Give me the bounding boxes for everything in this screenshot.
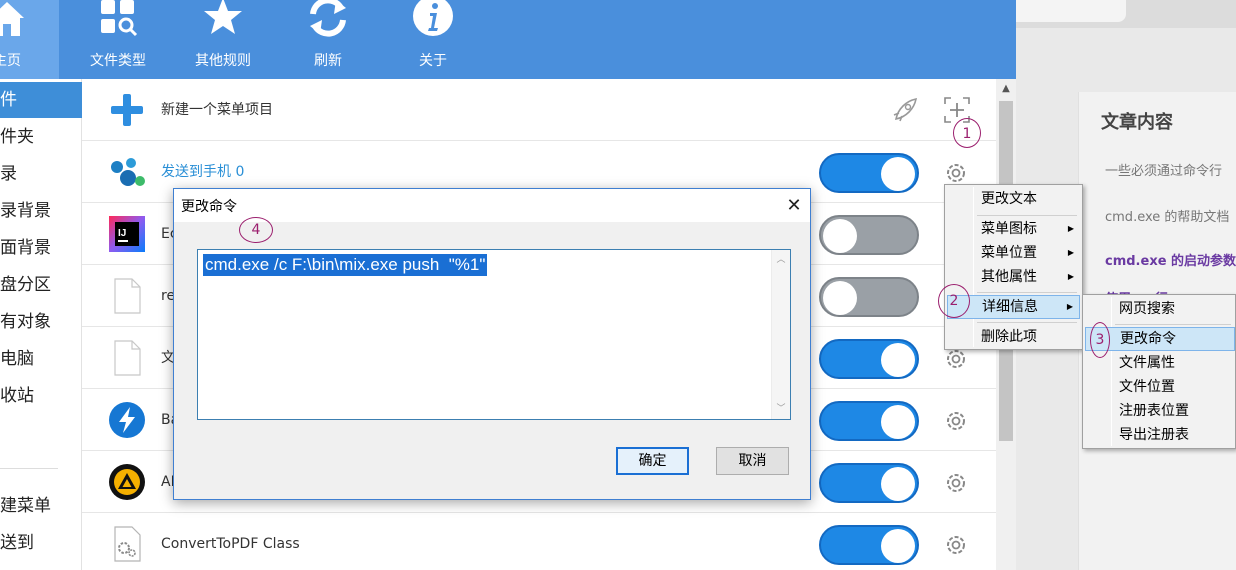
menu-menu-position-label: 菜单位置 — [981, 245, 1037, 261]
sidebar-item-folder[interactable]: 件夹 — [0, 119, 82, 155]
enable-toggle[interactable] — [819, 463, 919, 503]
add-menu-item-label: 新建一个菜单项目 — [161, 102, 273, 118]
gear-icon[interactable] — [943, 470, 969, 496]
blank-file-icon — [114, 278, 141, 314]
sidebar-item-new-menu[interactable]: 建菜单 — [0, 488, 82, 524]
gear-icon[interactable] — [943, 160, 969, 186]
toolbar-about-label: 关于 — [419, 53, 447, 69]
toolbar: 主页 文件类型 其他规则 刷新 — [0, 0, 1016, 79]
toolbar-other-rules-label: 其他规则 — [195, 53, 251, 69]
gear-icon[interactable] — [943, 408, 969, 434]
sidebar-item-desktop-background[interactable]: 面背景 — [0, 230, 82, 266]
ok-button[interactable]: 确定 — [616, 447, 689, 475]
intellij-icon: IJ — [109, 216, 145, 252]
scroll-up-arrow-icon[interactable]: ▲ — [996, 79, 1016, 99]
cancel-button[interactable]: 取消 — [716, 447, 789, 475]
article-text-line: cmd.exe 的帮助文档 — [1105, 210, 1230, 225]
sidebar-item-directory-background[interactable]: 录背景 — [0, 193, 82, 229]
toolbar-home-button[interactable]: 主页 — [0, 0, 59, 79]
menu-menu-position[interactable]: 菜单位置 ▶ — [947, 241, 1080, 265]
sidebar-item-directory[interactable]: 录 — [0, 156, 82, 192]
sidebar-item-drive[interactable]: 盘分区 — [0, 267, 82, 303]
lightning-icon — [109, 402, 145, 438]
menu-menu-icon-label: 菜单图标 — [981, 221, 1037, 237]
step-annotation-3: 3 — [1090, 322, 1110, 358]
home-icon — [0, 2, 24, 36]
enable-toggle[interactable] — [819, 215, 919, 255]
step-annotation-1: 1 — [953, 118, 981, 148]
toolbar-about-button[interactable]: 关于 — [381, 0, 485, 79]
sidebar-divider — [0, 468, 58, 469]
dialog-title: 更改命令 — [181, 199, 237, 215]
file-types-icon — [101, 0, 138, 37]
plus-icon — [111, 94, 143, 126]
step-annotation-4: 4 — [239, 217, 273, 243]
menu-change-text[interactable]: 更改文本 — [947, 187, 1080, 211]
enable-toggle[interactable] — [819, 277, 919, 317]
menu-other-properties-label: 其他属性 — [981, 269, 1037, 285]
sidebar-item-recycle-bin[interactable]: 收站 — [0, 378, 82, 414]
gear-file-icon — [114, 526, 141, 562]
submenu-registry-location[interactable]: 注册表位置 — [1085, 399, 1233, 423]
svg-text:IJ: IJ — [118, 228, 126, 239]
sidebar-item-computer[interactable]: 电脑 — [0, 341, 82, 377]
sidebar-item-all-objects[interactable]: 有对象 — [0, 304, 82, 340]
sidebar-item-send-to[interactable]: 送到 — [0, 525, 82, 561]
chevron-right-icon: ▶ — [1067, 248, 1074, 257]
enable-toggle[interactable] — [819, 153, 919, 193]
chevron-right-icon: ▶ — [1067, 224, 1074, 233]
submenu-export-registry[interactable]: 导出注册表 — [1085, 423, 1233, 447]
toolbar-other-rules-button[interactable]: 其他规则 — [171, 0, 275, 79]
menu-other-properties[interactable]: 其他属性 ▶ — [947, 265, 1080, 289]
gear-icon[interactable] — [943, 532, 969, 558]
details-submenu: 网页搜索 更改命令 文件属性 文件位置 注册表位置 导出注册表 — [1082, 294, 1236, 449]
chevron-right-icon: ▶ — [1066, 302, 1073, 311]
step-annotation-2: 2 — [938, 284, 970, 318]
blank-file-icon — [114, 340, 141, 376]
sidebar-item-file[interactable]: 件 — [0, 82, 82, 118]
enable-toggle[interactable] — [819, 525, 919, 565]
toolbar-file-types-button[interactable]: 文件类型 — [66, 0, 170, 79]
submenu-web-search[interactable]: 网页搜索 — [1085, 297, 1233, 321]
enable-toggle[interactable] — [819, 401, 919, 441]
menu-item-label: ConvertToPDF Class — [161, 536, 300, 552]
scroll-down-arrow-icon[interactable]: ﹀ — [772, 401, 790, 417]
item-context-menu: 更改文本 菜单图标 ▶ 菜单位置 ▶ 其他属性 ▶ 详细信息 ▶ 删除此项 — [944, 184, 1083, 350]
textarea-scrollbar[interactable]: ︿ ﹀ — [771, 250, 790, 419]
article-title: 文章内容 — [1101, 112, 1173, 133]
menu-delete-item[interactable]: 删除此项 — [947, 325, 1080, 349]
rocket-icon[interactable] — [890, 95, 920, 125]
enable-toggle[interactable] — [819, 339, 919, 379]
command-textarea[interactable]: cmd.exe /c F:\bin\mix.exe push "%1" ︿ ﹀ — [197, 249, 791, 420]
menu-details-label: 详细信息 — [982, 299, 1038, 315]
command-text[interactable]: cmd.exe /c F:\bin\mix.exe push "%1" — [203, 254, 488, 276]
network-icon — [111, 158, 145, 186]
info-icon — [413, 0, 453, 36]
toolbar-home-label: 主页 — [0, 53, 21, 69]
aimp-icon — [109, 464, 145, 500]
submenu-file-location[interactable]: 文件位置 — [1085, 375, 1233, 399]
menu-item-row[interactable]: ConvertToPDF Class — [82, 513, 996, 570]
chevron-right-icon: ▶ — [1067, 272, 1074, 281]
scroll-up-arrow-icon[interactable]: ︿ — [772, 252, 790, 268]
sidebar: 件 件夹 录 录背景 面背景 盘分区 有对象 电脑 收站 建菜单 送到 — [0, 79, 82, 570]
close-icon[interactable]: ✕ — [780, 193, 808, 219]
submenu-file-properties[interactable]: 文件属性 — [1085, 351, 1233, 375]
star-icon — [204, 0, 242, 34]
toolbar-file-types-label: 文件类型 — [90, 53, 146, 69]
dialog-titlebar[interactable]: 更改命令 ✕ — [174, 189, 810, 222]
article-text-line: 一些必须通过命令行 — [1105, 164, 1223, 179]
toolbar-refresh-label: 刷新 — [314, 53, 342, 69]
add-menu-item-row[interactable]: 新建一个菜单项目 — [82, 79, 996, 141]
toolbar-refresh-button[interactable]: 刷新 — [276, 0, 380, 79]
menu-menu-icon[interactable]: 菜单图标 ▶ — [947, 217, 1080, 241]
refresh-icon — [310, 0, 346, 37]
article-link[interactable]: cmd.exe 的启动参数 — [1105, 250, 1236, 269]
